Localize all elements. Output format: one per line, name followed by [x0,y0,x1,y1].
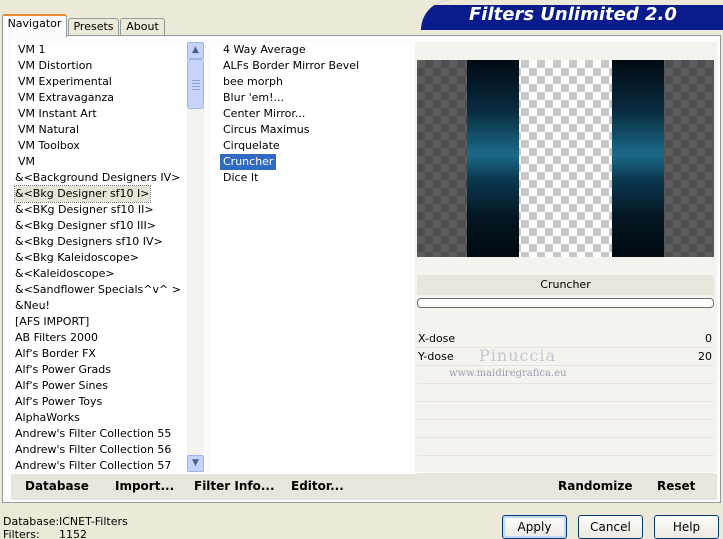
category-item[interactable]: Andrew's Filter Collection 55 [15,426,171,442]
database-label: Database: [3,515,60,528]
category-item[interactable]: &<Bkg Designers sf10 IV> [15,234,163,250]
category-item[interactable]: VM 1 [18,42,46,58]
param-value: 0 [705,332,712,345]
param-label: Y-dose [418,350,454,363]
filter-item[interactable]: Cirquelate [220,138,283,154]
filter-list[interactable]: 4 Way Average ALFs Border Mirror Bevel bee… [210,42,410,472]
category-item[interactable]: Alf's Power Sines [15,378,108,394]
category-list[interactable]: VM 1 VM Distortion VM Experimental VM Extra… [11,42,205,472]
tab-about[interactable]: About [120,18,165,36]
category-item[interactable]: &<Bkg Kaleidoscope> [15,250,139,266]
param-label: X-dose [418,332,456,345]
category-item[interactable]: VM [18,154,35,170]
category-item[interactable]: AlphaWorks [15,410,80,426]
navigator-panel: VM 1 VM Distortion VM Experimental VM Extra… [2,35,721,503]
chevron-up-icon: ▲ [192,45,199,55]
filter-item[interactable]: Cruncher [220,154,277,170]
param-value: 20 [698,350,712,363]
category-item[interactable]: AB Filters 2000 [15,330,98,346]
category-item[interactable]: VM Natural [18,122,79,138]
param-empty-row [417,384,714,402]
filter-item[interactable]: Center Mirror... [220,106,308,122]
preview-panel: Cruncher X-dose 0 Y-dose 20 Pinuccia www… [415,42,717,474]
filter-item[interactable]: Blur 'em!... [220,90,287,106]
category-item[interactable]: &Neu! [15,298,50,314]
filter-item[interactable]: bee morph [220,74,286,90]
param-empty-row [417,438,714,456]
param-x-dose[interactable]: X-dose 0 [417,330,714,348]
database-value: ICNET-Filters [59,515,128,528]
category-item[interactable]: [AFS IMPORT] [15,314,89,330]
category-item[interactable]: &<Kaleidoscope> [15,266,115,282]
param-y-dose[interactable]: Y-dose 20 [417,348,714,366]
filter-item[interactable]: 4 Way Average [220,42,309,58]
randomize-button[interactable]: Randomize [558,477,632,495]
progress-bar [417,298,714,308]
category-item[interactable]: VM Experimental [18,74,112,90]
category-scrollbar[interactable]: ▲ ▼ [187,42,204,472]
editor-button[interactable]: Editor... [291,477,344,495]
filters-count-value: 1152 [59,528,87,539]
title-banner: Filters Unlimited 2.0 [421,0,723,30]
help-button[interactable]: Help [654,515,719,539]
category-item[interactable]: Andrew's Filter Collection 56 [15,442,171,458]
scroll-up-button[interactable]: ▲ [187,42,204,59]
tab-navigator[interactable]: Navigator [2,14,67,37]
category-item[interactable]: &<Bkg Designer sf10 I> [14,185,151,203]
navigator-toolbar: Database Import... Filter Info... Editor… [11,474,717,500]
param-empty-row [417,420,714,438]
filter-item[interactable]: Circus Maximus [220,122,312,138]
scroll-down-button[interactable]: ▼ [187,455,204,472]
watermark-url: www.maidiregrafica.eu [449,368,567,379]
preview-image [417,60,714,257]
filters-count-label: Filters: [3,528,40,539]
category-item[interactable]: Andrew's Filter Collection 57 [15,458,171,472]
scroll-thumb[interactable] [187,59,204,109]
category-item[interactable]: Alf's Power Toys [15,394,102,410]
category-item[interactable]: Alf's Power Grads [15,362,111,378]
param-empty-row [417,456,714,474]
filter-item[interactable]: Dice It [220,170,261,186]
import-button[interactable]: Import... [115,477,174,495]
category-item[interactable]: VM Distortion [18,58,92,74]
category-item[interactable]: &<Background Designers IV> [15,170,180,186]
category-item[interactable]: VM Extravaganza [18,90,114,106]
category-item[interactable]: VM Toolbox [18,138,80,154]
parameter-list: X-dose 0 Y-dose 20 [417,330,714,474]
database-button[interactable]: Database [25,477,89,495]
preview-bar-right [612,60,664,257]
selected-filter-name: Cruncher [417,275,714,295]
category-item[interactable]: &<Sandflower Specials^v^ > [15,282,181,298]
tab-presets[interactable]: Presets [68,18,119,36]
filter-info-button[interactable]: Filter Info... [194,477,275,495]
param-empty-row [417,402,714,420]
banner-title: Filters Unlimited 2.0 [469,4,677,25]
filter-item[interactable]: ALFs Border Mirror Bevel [220,58,362,74]
apply-button[interactable]: Apply [502,515,567,539]
preview-shade-left [417,60,467,257]
category-item[interactable]: Alf's Border FX [15,346,96,362]
category-item[interactable]: &<BKg Designer sf10 II> [15,202,154,218]
reset-button[interactable]: Reset [657,477,695,495]
category-item[interactable]: &<Bkg Designer sf10 III> [15,218,156,234]
watermark-name: Pinuccia [479,346,557,365]
cancel-button[interactable]: Cancel [578,515,643,539]
category-item[interactable]: VM Instant Art [18,106,97,122]
preview-shade-right [664,60,714,257]
preview-bar-left [467,60,519,257]
chevron-down-icon: ▼ [192,458,199,468]
status-info: Database:ICNET-Filters Filters: 1152 [3,515,128,539]
